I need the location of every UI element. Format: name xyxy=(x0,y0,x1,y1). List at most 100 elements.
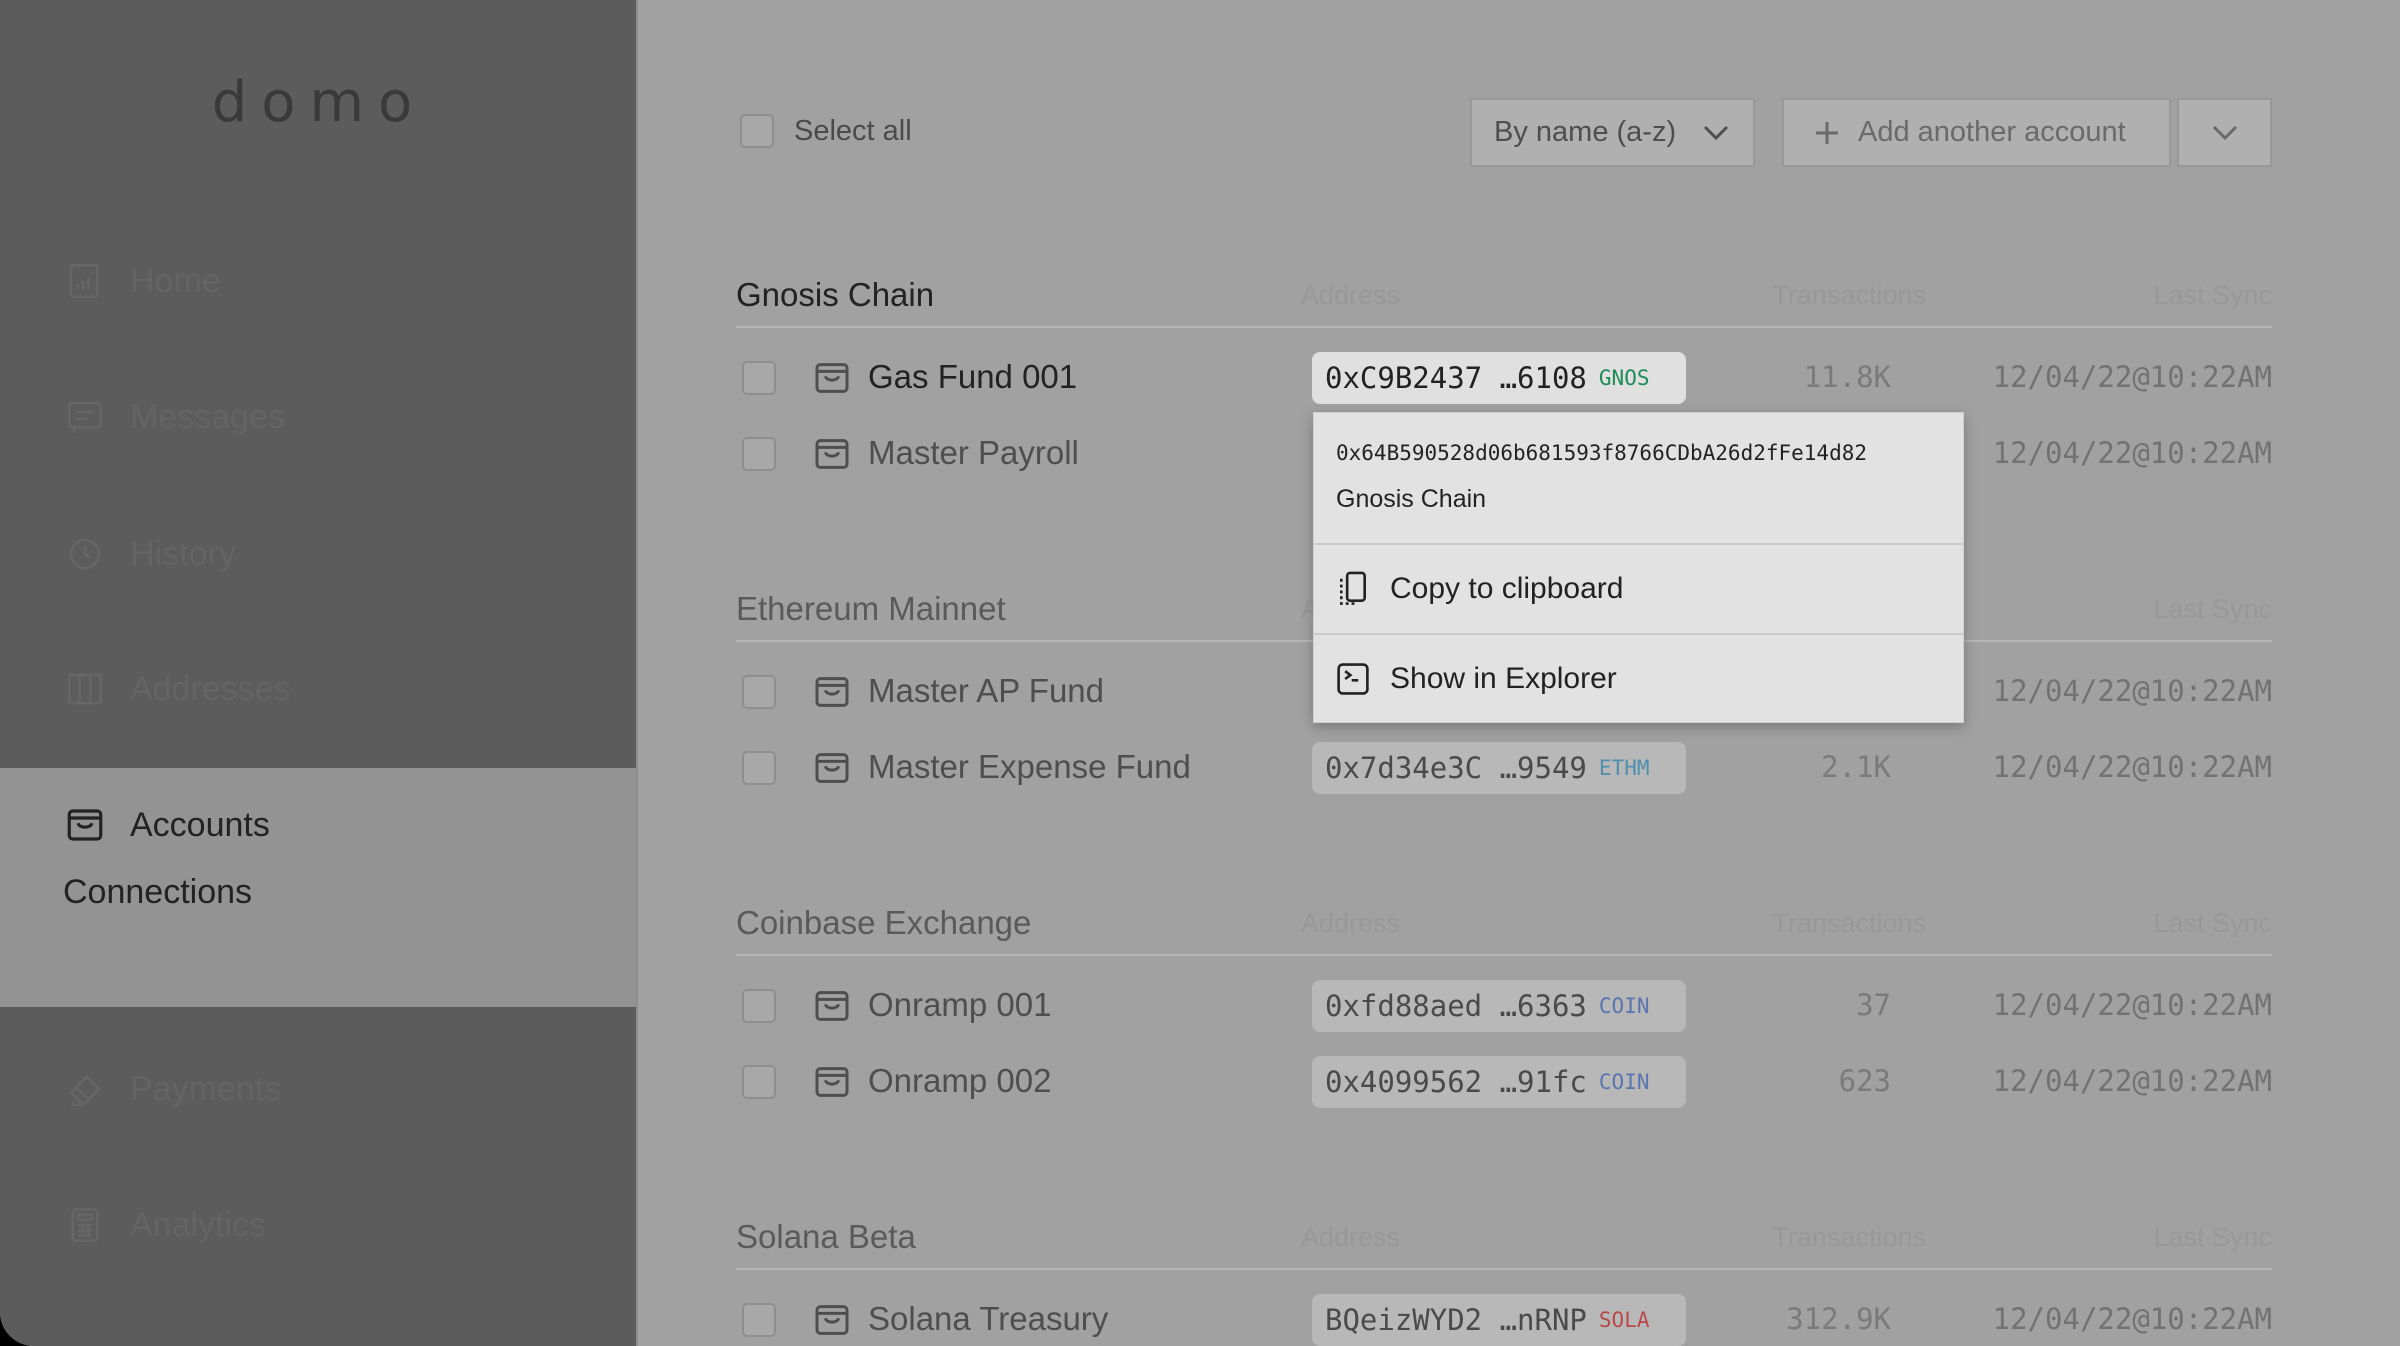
add-options-dropdown[interactable] xyxy=(2177,98,2272,167)
chain-tag: ETHM xyxy=(1598,756,1650,780)
address-pill[interactable]: 0xfd88aed …6363 COIN xyxy=(1312,980,1686,1032)
address-pill[interactable]: 0xC9B2437 …6108 GNOS xyxy=(1312,352,1686,404)
sort-dropdown[interactable]: By name (a-z) xyxy=(1470,98,1755,167)
account-name: Solana Treasury xyxy=(868,1300,1109,1337)
sidebar-item-messages[interactable]: Messages xyxy=(64,392,285,442)
column-last-sync: Last Sync xyxy=(2153,594,2272,624)
select-all[interactable]: Select all xyxy=(740,114,912,148)
table-row[interactable]: Master Expense Fund 0x7d34e3C …9549 ETHM 2.… xyxy=(736,730,2272,806)
sidebar-subitem-connections[interactable]: Connections xyxy=(63,873,252,912)
column-transactions: Transactions xyxy=(1772,280,1926,310)
row-checkbox[interactable] xyxy=(742,751,776,785)
sidebar-item-label: Home xyxy=(130,261,221,300)
terminal-icon xyxy=(1337,663,1369,695)
add-account-label: Add another account xyxy=(1858,116,2126,148)
address-pill[interactable]: 0x7d34e3C …9549 ETHM xyxy=(1312,742,1686,794)
wallet-icon xyxy=(815,439,849,469)
add-account-button[interactable]: Add another account xyxy=(1782,98,2171,167)
sidebar-item-label: Messages xyxy=(130,397,285,436)
dashboard-icon xyxy=(69,263,99,299)
last-sync: 12/04/22@10:22AM xyxy=(1992,1064,2272,1098)
address-short: BQeizWYD2 …nRNP xyxy=(1325,1303,1587,1337)
section-header: Coinbase Exchange Address Transactions Last… xyxy=(736,890,2272,956)
section-title: Ethereum Mainnet xyxy=(736,590,1006,627)
transaction-count: 623 xyxy=(1838,1064,1891,1098)
wallet-icon xyxy=(67,809,103,841)
row-checkbox[interactable] xyxy=(742,675,776,709)
last-sync: 12/04/22@10:22AM xyxy=(1992,360,2272,394)
column-last-sync: Last Sync xyxy=(2153,908,2272,938)
chain-tag: COIN xyxy=(1598,1070,1650,1094)
sidebar-item-accounts[interactable]: Accounts xyxy=(64,800,270,850)
table-row[interactable]: Solana Treasury BQeizWYD2 …nRNP SOLA 312.9K… xyxy=(736,1282,2272,1346)
card-icon xyxy=(69,1074,101,1107)
column-last-sync: Last Sync xyxy=(2153,280,2272,310)
transaction-count: 2.1K xyxy=(1821,750,1891,784)
wallet-icon xyxy=(815,677,849,707)
table-row[interactable]: Onramp 002 0x4099562 …91fc COIN 623 12/04/22… xyxy=(736,1044,2272,1120)
chain-name: Gnosis Chain xyxy=(1336,485,1487,513)
address-pill[interactable]: BQeizWYD2 …nRNP SOLA xyxy=(1312,1294,1686,1346)
wallet-icon xyxy=(815,991,849,1021)
wallet-icon xyxy=(815,1067,849,1097)
transaction-count: 11.8K xyxy=(1803,360,1891,394)
account-section: Solana Beta Address Transactions Last Sync S… xyxy=(736,1204,2272,1346)
sort-label: By name (a-z) xyxy=(1494,116,1677,148)
sidebar-item-addresses[interactable]: Addresses xyxy=(64,664,291,714)
chain-tag: GNOS xyxy=(1598,366,1650,390)
clipboard-icon xyxy=(1339,571,1367,605)
copy-to-clipboard-item[interactable]: Copy to clipboard xyxy=(1314,545,1963,635)
table-row[interactable]: Onramp 001 0xfd88aed …6363 COIN 37 12/04/22@… xyxy=(736,968,2272,1044)
section-header: Gnosis Chain Address Transactions Last Sync xyxy=(736,262,2272,328)
row-checkbox[interactable] xyxy=(742,361,776,395)
column-transactions: Transactions xyxy=(1772,908,1926,938)
address-short: 0x4099562 …91fc xyxy=(1325,1065,1587,1099)
sidebar-item-home[interactable]: Home xyxy=(64,256,221,306)
plus-icon xyxy=(1816,121,1838,144)
sidebar-item-label: Accounts xyxy=(130,805,270,844)
column-address: Address xyxy=(1301,1222,1401,1252)
last-sync: 12/04/22@10:22AM xyxy=(1992,1302,2272,1336)
select-all-label: Select all xyxy=(794,114,912,147)
row-checkbox[interactable] xyxy=(742,437,776,471)
address-info: 0x64B590528d06b681593f8766CDbA26d2fFe14d… xyxy=(1314,413,1963,545)
wallet-icon xyxy=(815,753,849,783)
row-checkbox[interactable] xyxy=(742,989,776,1023)
chain-tag: SOLA xyxy=(1598,1308,1650,1332)
show-in-explorer-item[interactable]: Show in Explorer xyxy=(1314,635,1963,723)
message-icon xyxy=(67,401,103,433)
address-short: 0xC9B2437 …6108 xyxy=(1325,361,1587,395)
table-row[interactable]: Gas Fund 001 0xC9B2437 …6108 GNOS 11.8K 12/0… xyxy=(736,340,2272,416)
menu-item-label: Show in Explorer xyxy=(1390,662,1617,695)
section-header: Solana Beta Address Transactions Last Sync xyxy=(736,1204,2272,1270)
row-checkbox[interactable] xyxy=(742,1065,776,1099)
select-all-checkbox[interactable] xyxy=(740,114,774,148)
last-sync: 12/04/22@10:22AM xyxy=(1992,750,2272,784)
column-last-sync: Last Sync xyxy=(2153,1222,2272,1252)
transaction-count: 312.9K xyxy=(1786,1302,1891,1336)
row-checkbox[interactable] xyxy=(742,1303,776,1337)
wallet-icon xyxy=(815,363,849,393)
history-icon xyxy=(69,538,101,570)
account-section: Coinbase Exchange Address Transactions Last… xyxy=(736,890,2272,1204)
account-name: Master Expense Fund xyxy=(868,748,1191,785)
calculator-icon xyxy=(71,1207,99,1243)
chevron-down-icon xyxy=(2212,125,2237,140)
address-short: 0xfd88aed …6363 xyxy=(1325,989,1587,1023)
sidebar-item-history[interactable]: History xyxy=(64,529,236,579)
sidebar: domo Home Messages History Addresses Acc… xyxy=(0,0,638,1346)
sidebar-item-analytics[interactable]: Analytics xyxy=(64,1200,266,1250)
column-address: Address xyxy=(1301,908,1401,938)
sidebar-item-label: History xyxy=(130,534,236,573)
address-pill[interactable]: 0x4099562 …91fc COIN xyxy=(1312,1056,1686,1108)
section-title: Solana Beta xyxy=(736,1218,916,1255)
chevron-down-icon xyxy=(1704,125,1729,140)
transaction-count: 37 xyxy=(1856,988,1891,1022)
sidebar-item-label: Analytics xyxy=(130,1205,267,1244)
account-name: Master Payroll xyxy=(868,434,1079,471)
chain-tag: COIN xyxy=(1598,994,1650,1018)
account-name: Gas Fund 001 xyxy=(868,358,1078,395)
full-address: 0x64B590528d06b681593f8766CDbA26d2fFe14d… xyxy=(1336,441,1868,465)
sidebar-item-payments[interactable]: Payments xyxy=(64,1064,281,1114)
account-name: Onramp 001 xyxy=(868,986,1052,1023)
